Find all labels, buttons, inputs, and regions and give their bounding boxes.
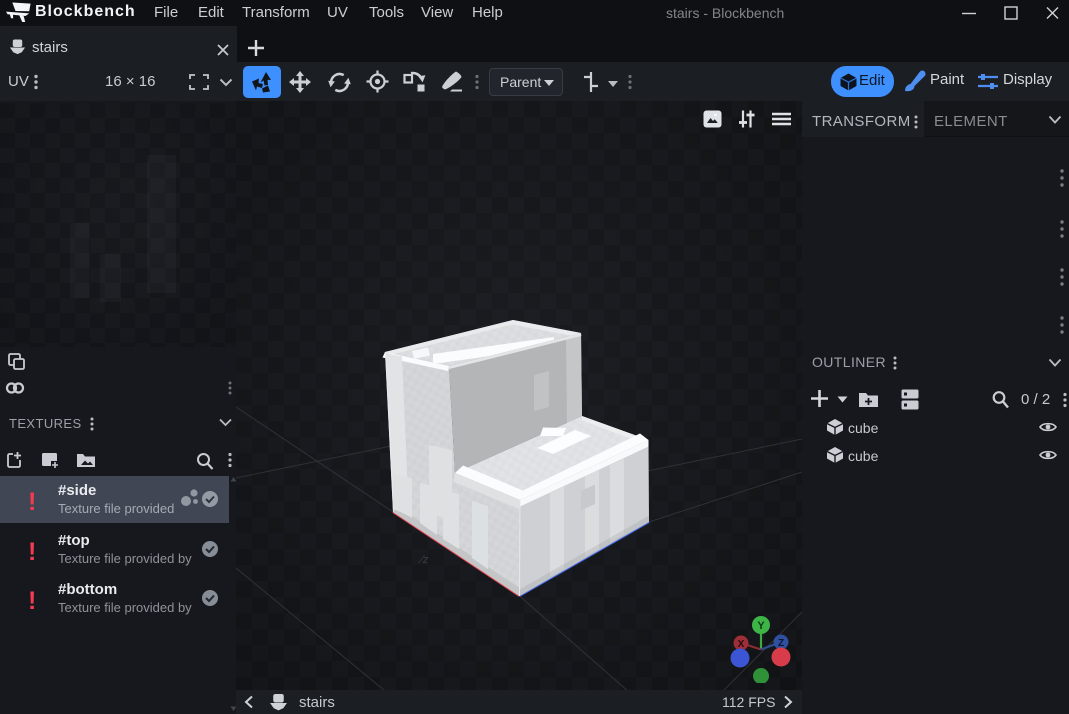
svg-text:X: X <box>738 639 745 650</box>
svg-text:∕z: ∕z <box>418 554 429 566</box>
svg-text:Y: Y <box>757 620 765 632</box>
svg-text:Z: Z <box>778 638 784 649</box>
